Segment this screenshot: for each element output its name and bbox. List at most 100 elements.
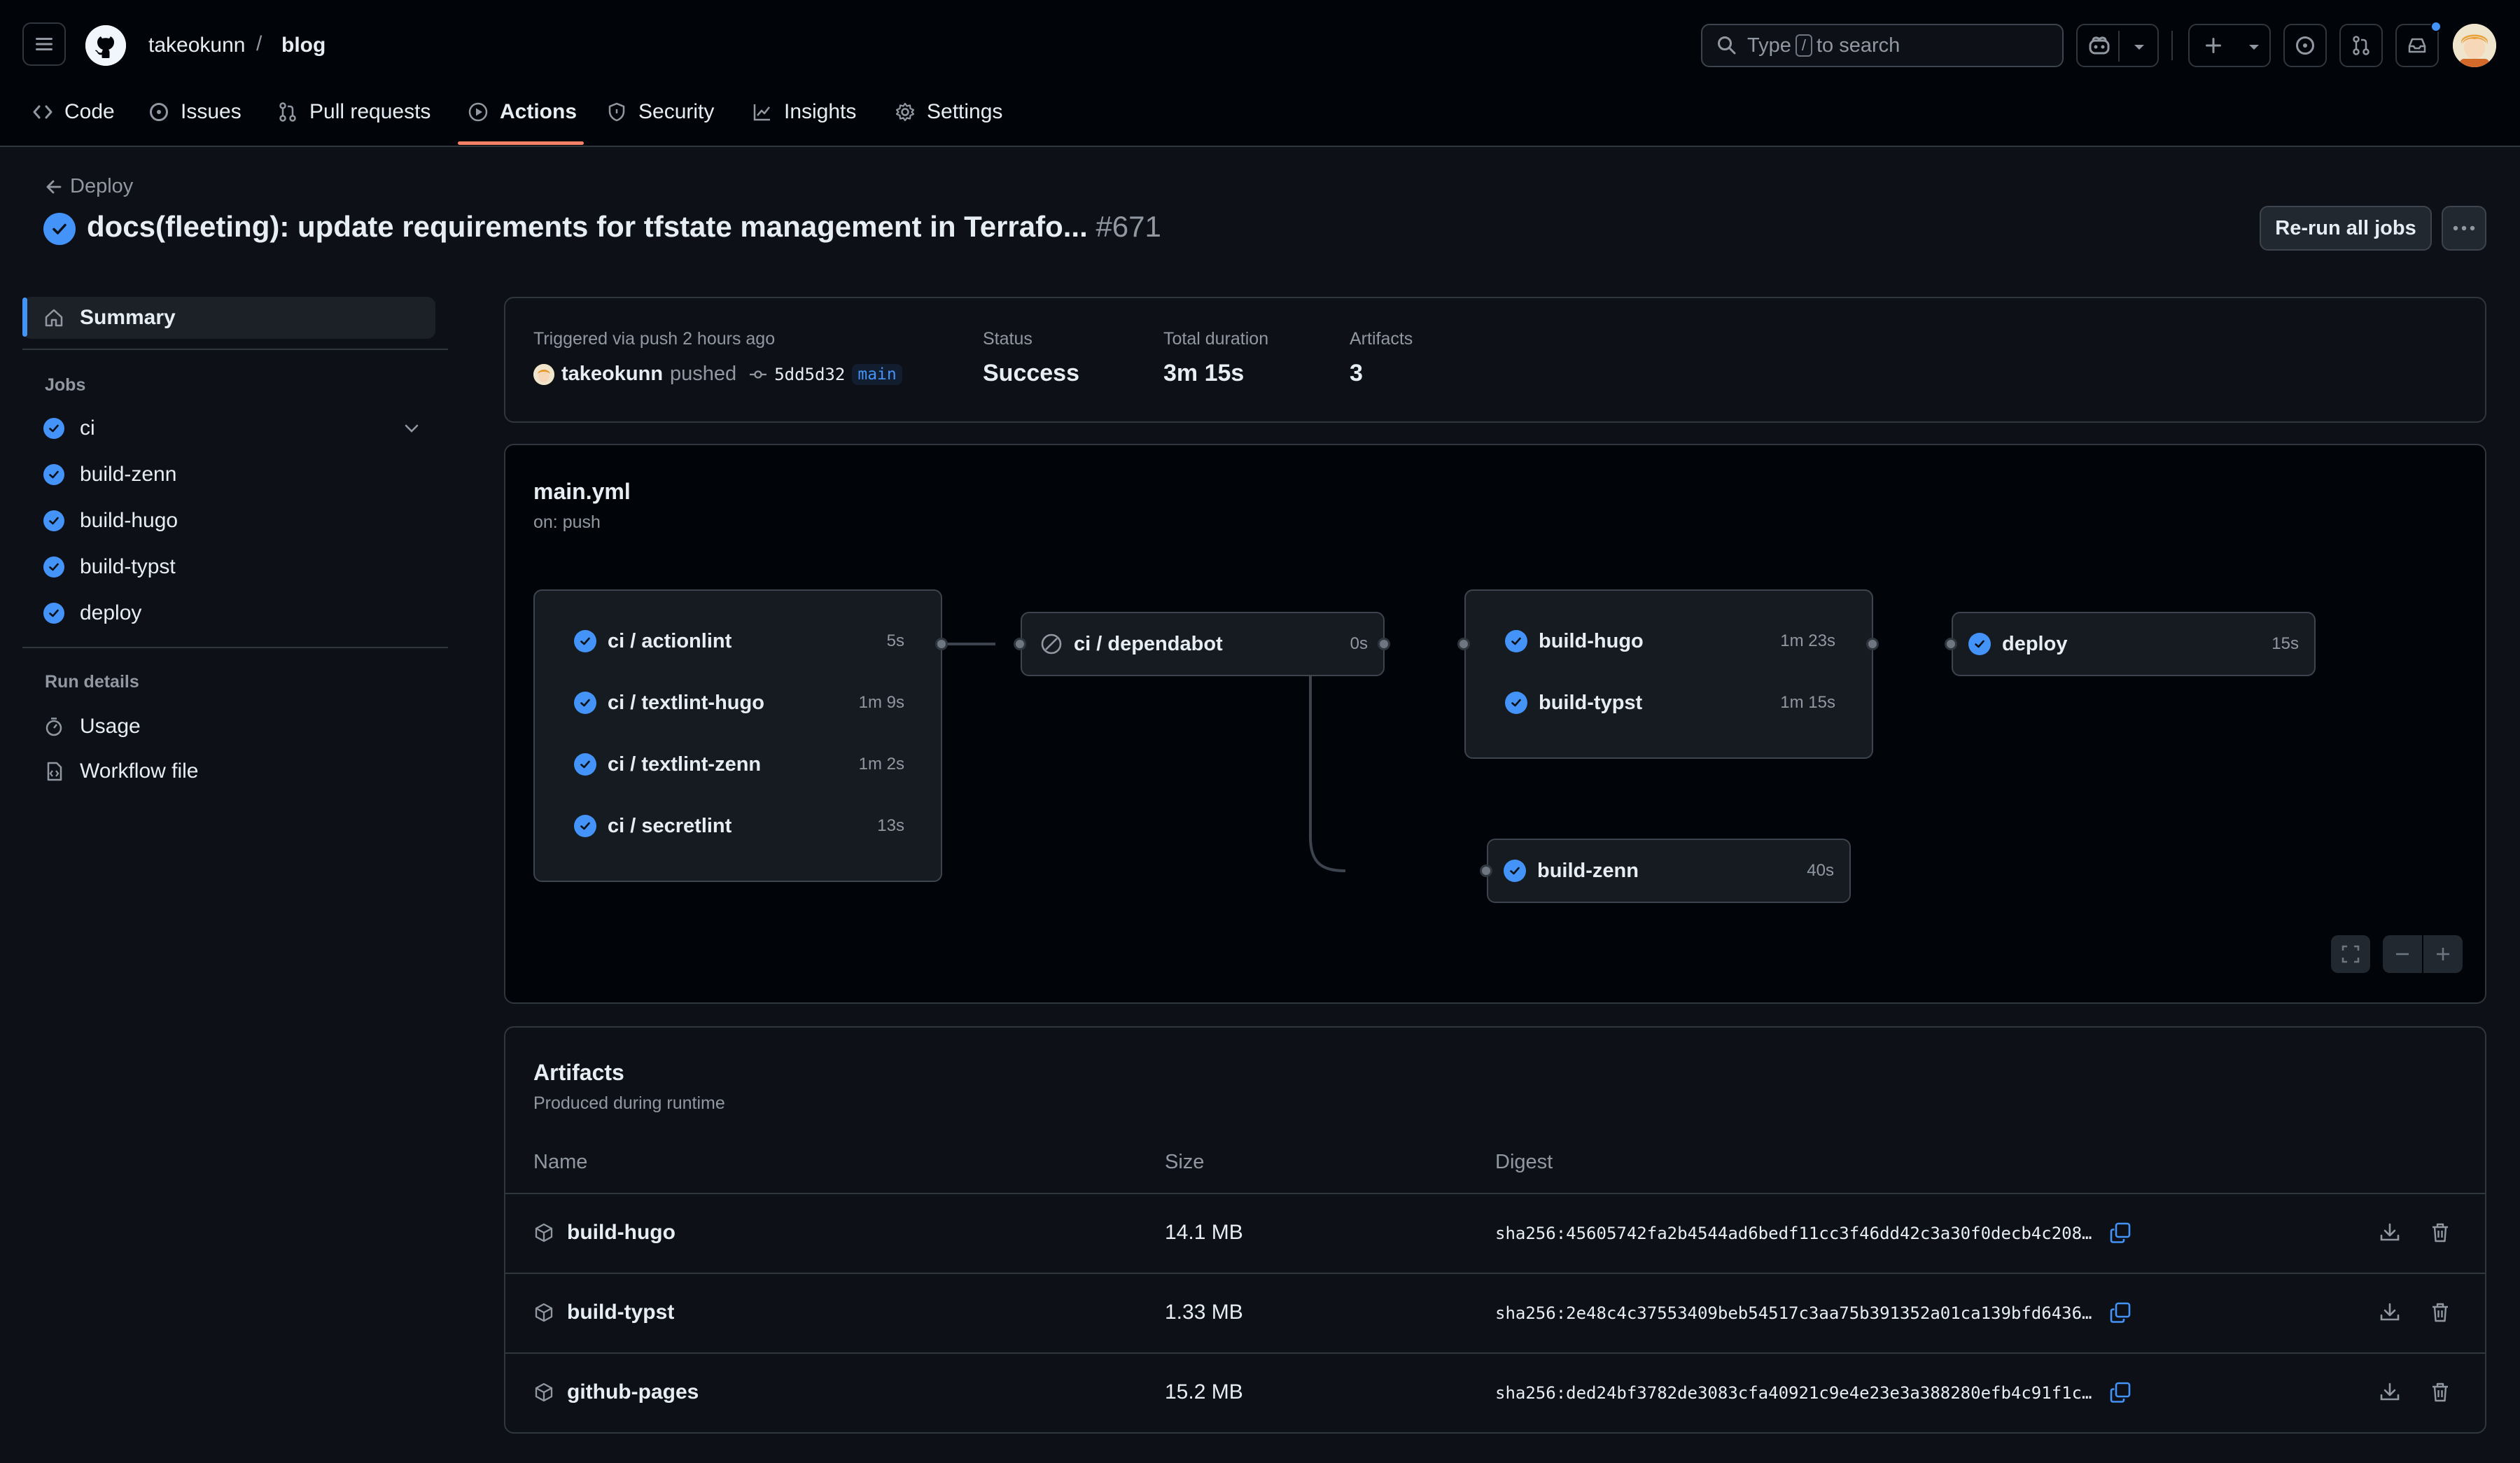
job-name: deploy — [2002, 632, 2068, 655]
tab-settings-label: Settings — [927, 100, 1003, 123]
commit-sha[interactable]: 5dd5d32 — [774, 365, 845, 384]
notification-dot — [2430, 21, 2442, 32]
tab-security[interactable]: Security — [606, 91, 714, 133]
job-name: ci / dependabot — [1074, 632, 1223, 655]
search-input[interactable]: Type / to search — [1701, 24, 2064, 67]
search-icon — [1718, 36, 1736, 55]
job-group-build: build-hugo 1m 23s build-typst 1m 15s — [1464, 589, 1873, 759]
plus-icon — [2206, 38, 2221, 53]
job-deploy[interactable]: deploy 15s — [1953, 623, 2317, 665]
job-build-hugo[interactable]: build-hugo 1m 23s — [1466, 620, 1875, 662]
download-icon[interactable] — [2379, 1301, 2401, 1324]
branch-label[interactable]: main — [852, 363, 902, 385]
sidebar-job-ci[interactable]: ci — [22, 407, 435, 449]
sidebar-summary-label: Summary — [80, 306, 176, 329]
trash-icon[interactable] — [2429, 1222, 2451, 1244]
run-number: #671 — [1096, 210, 1161, 243]
job-ci-textlint-hugo[interactable]: ci / textlint-hugo 1m 9s — [535, 682, 944, 724]
search-shortcut-key: / — [1795, 34, 1812, 57]
copy-icon[interactable] — [2108, 1221, 2132, 1245]
artifact-name-link[interactable]: github-pages — [567, 1380, 699, 1404]
active-tab-indicator — [458, 141, 584, 145]
more-options-button[interactable] — [2442, 206, 2486, 251]
sidebar-item-usage[interactable]: Usage — [22, 706, 435, 748]
git-commit-icon — [750, 370, 767, 379]
fullscreen-button[interactable] — [2331, 935, 2370, 973]
actor-name[interactable]: takeokunn — [561, 363, 663, 386]
trash-icon[interactable] — [2429, 1301, 2451, 1324]
tab-actions[interactable]: Actions — [468, 91, 577, 133]
job-name: build-zenn — [1537, 859, 1639, 882]
artifact-name-link[interactable]: build-hugo — [567, 1221, 676, 1245]
job-success-icon — [1505, 692, 1527, 714]
header-divider — [2171, 31, 2173, 60]
tab-insights[interactable]: Insights — [752, 91, 856, 133]
package-icon — [535, 1303, 553, 1322]
tab-code[interactable]: Code — [32, 91, 115, 133]
job-duration: 1m 2s — [858, 755, 904, 774]
job-build-typst[interactable]: build-typst 1m 15s — [1466, 682, 1875, 724]
copy-icon[interactable] — [2108, 1380, 2132, 1404]
zoom-in-button[interactable] — [2423, 935, 2463, 973]
tab-issues-label: Issues — [181, 100, 241, 123]
tab-pull-requests[interactable]: Pull requests — [277, 91, 430, 133]
sidebar-active-indicator — [22, 298, 27, 337]
rerun-all-jobs-button[interactable]: Re-run all jobs — [2260, 206, 2432, 251]
job-group-ci: ci / actionlint 5s ci / textlint-hugo 1m… — [533, 589, 942, 882]
job-ci-actionlint[interactable]: ci / actionlint 5s — [535, 620, 944, 662]
sidebar-job-deploy[interactable]: deploy — [22, 592, 435, 634]
job-name: build-typst — [1539, 691, 1643, 714]
job-ci-secretlint[interactable]: ci / secretlint 13s — [535, 805, 944, 847]
job-ci-textlint-zenn[interactable]: ci / textlint-zenn 1m 2s — [535, 743, 944, 785]
artifact-name-link[interactable]: build-typst — [567, 1301, 674, 1324]
sidebar-item-summary[interactable]: Summary — [22, 297, 435, 339]
search-placeholder-prefix: Type — [1747, 34, 1791, 57]
plus-icon — [2437, 948, 2449, 960]
job-success-icon — [1505, 630, 1527, 652]
sidebar-item-workflow-file[interactable]: Workflow file — [22, 750, 435, 792]
sidebar-job-build-zenn[interactable]: build-zenn — [22, 454, 435, 496]
back-to-workflow-link[interactable]: Deploy — [45, 175, 133, 198]
chevron-down-icon — [2134, 45, 2144, 50]
job-build-zenn[interactable]: build-zenn 40s — [1488, 850, 1852, 892]
copilot-button[interactable] — [2076, 24, 2159, 67]
tab-pull-requests-label: Pull requests — [309, 100, 431, 123]
breadcrumb-separator: / — [256, 32, 262, 55]
run-title-text: docs(fleeting): update requirements for … — [87, 210, 1088, 243]
job-name: ci / secretlint — [608, 814, 732, 837]
copy-icon[interactable] — [2108, 1301, 2132, 1324]
graph-node-dot — [935, 638, 948, 650]
repo-owner-link[interactable]: takeokunn — [148, 34, 245, 57]
issues-button[interactable] — [2283, 24, 2327, 67]
job-name: build-hugo — [1539, 629, 1644, 652]
github-logo-icon[interactable] — [85, 25, 126, 66]
job-ci-dependabot[interactable]: ci / dependabot 0s — [1022, 623, 1386, 665]
avatar[interactable] — [2453, 24, 2496, 67]
top-header: takeokunn / blog Type / to search Code I… — [0, 0, 2520, 147]
sidebar-job-build-typst[interactable]: build-typst — [22, 546, 435, 588]
tab-issues[interactable]: Issues — [148, 91, 241, 133]
create-new-button[interactable] — [2188, 24, 2271, 67]
graph-node-dot — [1866, 638, 1879, 650]
sidebar-job-build-hugo[interactable]: build-hugo — [22, 500, 435, 542]
graph-node-dot — [1014, 638, 1026, 650]
sidebar-usage-label: Usage — [80, 715, 141, 738]
menu-button[interactable] — [22, 22, 66, 66]
artifact-size: 15.2 MB — [1165, 1380, 1243, 1404]
workflow-graph-panel: main.yml on: push ci / actionlint 5s ci … — [504, 444, 2486, 1004]
rerun-label: Re-run all jobs — [2275, 216, 2416, 239]
back-link-label: Deploy — [70, 175, 134, 197]
zoom-out-button[interactable] — [2383, 935, 2422, 973]
trash-icon[interactable] — [2429, 1381, 2451, 1404]
download-icon[interactable] — [2379, 1222, 2401, 1244]
column-header-size: Size — [1165, 1151, 1205, 1173]
search-placeholder-suffix: to search — [1816, 34, 1900, 57]
tab-settings[interactable]: Settings — [895, 91, 1002, 133]
job-duration: 1m 15s — [1780, 693, 1835, 712]
artifacts-count-label: Artifacts — [1350, 329, 1413, 349]
pull-requests-button[interactable] — [2339, 24, 2383, 67]
home-icon — [45, 309, 63, 327]
download-icon[interactable] — [2379, 1381, 2401, 1404]
graph-icon — [753, 104, 770, 121]
repo-name-link[interactable]: blog — [281, 34, 326, 57]
